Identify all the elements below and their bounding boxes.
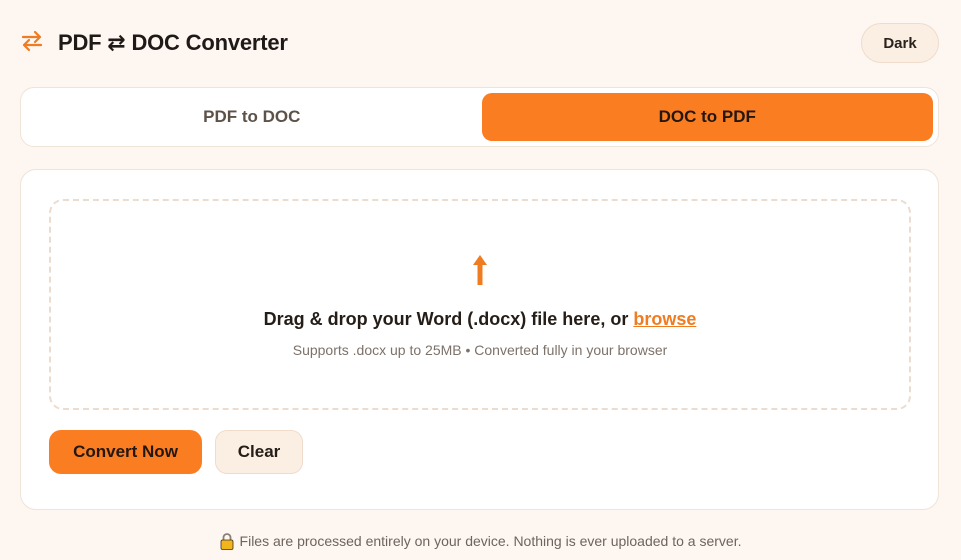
file-dropzone[interactable]: Drag & drop your Word (.docx) file here,… (49, 199, 911, 410)
header: PDF ⇄ DOC Converter Dark (20, 22, 939, 64)
tab-pdf-to-doc[interactable]: PDF to DOC (26, 93, 478, 141)
privacy-note-text: Files are processed entirely on your dev… (239, 533, 742, 549)
convert-now-button[interactable]: Convert Now (49, 430, 202, 474)
app-title: PDF ⇄ DOC Converter (58, 30, 288, 55)
lock-icon (220, 532, 234, 550)
app-root: PDF ⇄ DOC Converter Dark PDF to DOC DOC … (0, 0, 961, 560)
clear-button[interactable]: Clear (215, 430, 303, 474)
mode-tabs: PDF to DOC DOC to PDF (20, 87, 939, 147)
privacy-note: Files are processed entirely on your dev… (0, 532, 961, 550)
upload-arrow-icon (472, 255, 488, 289)
converter-card: Drag & drop your Word (.docx) file here,… (20, 169, 939, 510)
action-buttons: Convert Now Clear (49, 430, 303, 474)
brand: PDF ⇄ DOC Converter (20, 30, 288, 56)
dropzone-text: Drag & drop your Word (.docx) file here,… (263, 309, 634, 329)
dropzone-subtext: Supports .docx up to 25MB • Converted fu… (292, 342, 668, 358)
browse-link[interactable]: browse (633, 309, 696, 329)
swap-arrows-icon (20, 30, 44, 56)
dropzone-instructions: Drag & drop your Word (.docx) file here,… (264, 309, 697, 330)
dark-mode-toggle-button[interactable]: Dark (861, 23, 939, 63)
tab-doc-to-pdf[interactable]: DOC to PDF (481, 93, 933, 141)
